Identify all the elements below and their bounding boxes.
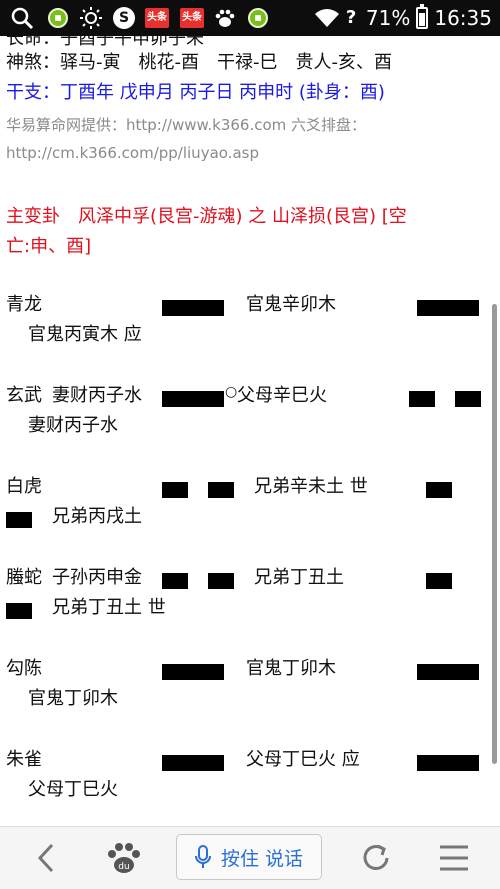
main-yin-line-left <box>162 482 188 498</box>
status-bar: S 头条 头条 ? 71% 16:35 <box>0 0 500 36</box>
changed-yao-text: 父母丁巳火 应 <box>246 749 360 770</box>
microphone-icon <box>194 845 211 868</box>
baidu-paw-icon <box>215 9 235 27</box>
main-yin-line-right <box>208 573 234 589</box>
battery-percent: 71% <box>365 6 411 30</box>
refresh-icon[interactable] <box>356 837 396 879</box>
six-god-label: 朱雀 <box>6 749 42 770</box>
search-app-icon: S <box>113 7 135 29</box>
changed-yang-line <box>417 755 479 771</box>
main-yang-line <box>162 664 224 680</box>
changed-yin-line-right <box>455 391 481 407</box>
ganzhi-line: 干支：丁酉年 戊申月 丙子日 丙申时 (卦身：酉) <box>6 82 385 103</box>
six-god-label: 勾陈 <box>6 658 42 679</box>
scrollbar-thumb[interactable] <box>492 304 497 764</box>
wrapped-line-fragment <box>6 603 32 619</box>
changed-yang-line <box>417 300 479 316</box>
wrapped-yao-text: 官鬼丁卯木 <box>28 688 118 709</box>
toutiao-icon: 头条 <box>145 8 169 28</box>
app-coin-icon <box>48 8 68 28</box>
six-god-label: 玄武 <box>6 385 42 406</box>
wrapped-line-fragment <box>6 512 32 528</box>
status-right: ? 71% 16:35 <box>314 0 492 36</box>
changed-yao-text: 官鬼辛卯木 <box>246 294 336 315</box>
changed-yao-text: 父母辛巳火 <box>237 385 327 406</box>
hexagram-title-2: 亡:申、酉] <box>6 236 92 257</box>
wrapped-yao-text: 兄弟丙戌土 <box>52 506 142 527</box>
main-yang-line <box>162 300 224 316</box>
changed-line-fragment <box>426 482 452 498</box>
changed-yao-text: 官鬼丁卯木 <box>246 658 336 679</box>
shensha-line: 神煞：驿马-寅 桃花-酉 干禄-巳 贵人-亥、酉 <box>6 52 392 73</box>
wrapped-yao-text: 官鬼丙寅木 应 <box>28 324 142 345</box>
baidu-home-icon[interactable]: du <box>104 837 144 879</box>
wrapped-yao-text: 兄弟丁丑土 世 <box>52 597 166 618</box>
voice-input-button[interactable]: 按住 说话 <box>176 834 322 880</box>
battery-icon <box>416 4 429 29</box>
brightness-icon <box>80 7 102 29</box>
page-content: 长命：子酉子午申卯子未 神煞：驿马-寅 桃花-酉 干禄-巳 贵人-亥、酉 干支：… <box>0 36 500 826</box>
moving-yao-mark: ○ <box>225 384 238 400</box>
back-icon[interactable] <box>26 837 66 879</box>
hexagram-title-1: 主变卦 风泽中孚(艮宫-游魂) 之 山泽损(艮宫) [空 <box>6 206 407 227</box>
provider-line-1: 华易算命网提供：http://www.k366.com 六爻排盘： <box>6 116 367 134</box>
changed-yao-text: 兄弟丁丑土 <box>254 567 344 588</box>
clock: 16:35 <box>434 6 492 30</box>
changed-yao-text: 兄弟辛未土 世 <box>254 476 368 497</box>
wrapped-yao-text: 父母丁巳火 <box>28 779 118 800</box>
changed-yin-line-left <box>409 391 435 407</box>
six-god-label: 螣蛇 <box>6 567 42 588</box>
battery-question-icon: ? <box>345 7 357 28</box>
main-yao-text: 妻财丙子水 <box>52 385 142 406</box>
search-icon <box>11 7 34 30</box>
browser-bottom-bar: du 按住 说话 <box>0 826 500 889</box>
wifi-icon <box>314 9 339 27</box>
svg-text:du: du <box>118 862 129 872</box>
six-god-label: 青龙 <box>6 294 42 315</box>
wrapped-yao-text: 妻财丙子水 <box>28 415 118 436</box>
main-yang-line <box>162 391 224 407</box>
main-yin-line-left <box>162 573 188 589</box>
main-yin-line-right <box>208 482 234 498</box>
changed-yang-line <box>417 664 479 680</box>
main-yao-text: 子孙丙申金 <box>52 567 142 588</box>
menu-icon[interactable] <box>436 837 472 879</box>
toutiao-icon-2: 头条 <box>180 8 204 28</box>
changed-line-fragment <box>426 573 452 589</box>
main-yang-line <box>162 755 224 771</box>
six-god-label: 白虎 <box>6 476 42 497</box>
provider-line-2: http://cm.k366.com/pp/liuyao.asp <box>6 144 259 162</box>
app-coin-icon-2 <box>248 8 268 28</box>
voice-input-label: 按住 说话 <box>220 847 304 870</box>
